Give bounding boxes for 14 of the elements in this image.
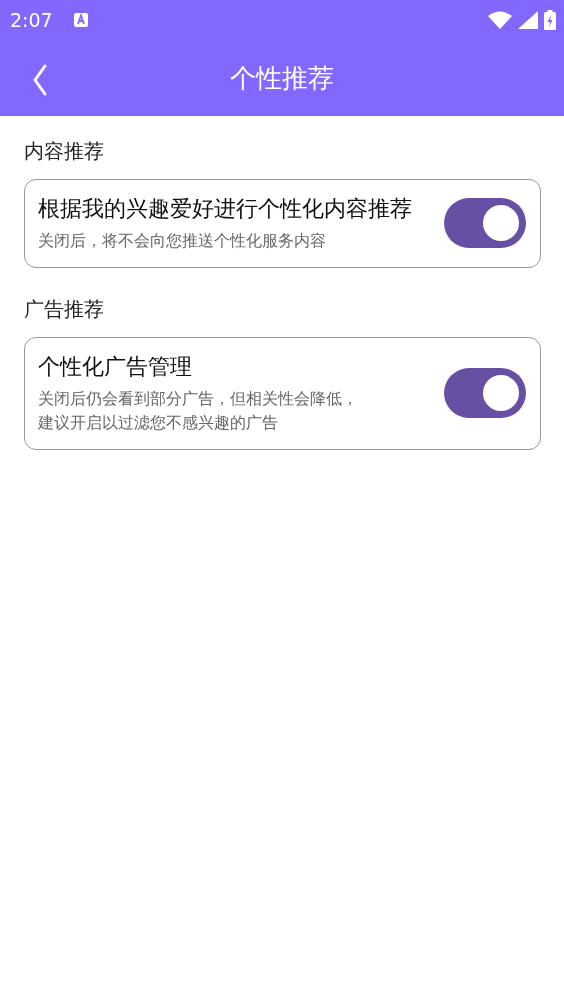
setting-description: 关闭后，将不会向您推送个性化服务内容 — [38, 229, 327, 252]
signal-icon — [518, 11, 538, 29]
page-title: 个性推荐 — [230, 61, 334, 95]
status-time: 2:07 — [10, 9, 53, 31]
section-header: 内容推荐 — [24, 138, 105, 165]
setting-description: 关闭后仍会看到部分广告，但相关性会降低， 建议开启以过滤您不感兴趣的广告 — [38, 387, 359, 434]
setting-title: 根据我的兴趣爱好进行个性化内容推荐 — [38, 195, 413, 223]
setting-title: 个性化广告管理 — [38, 352, 193, 381]
text-notification-icon — [72, 12, 89, 28]
wifi-icon — [488, 11, 512, 29]
battery-icon — [544, 10, 556, 30]
toggle-switch[interactable] — [444, 368, 526, 419]
section-header: 广告推荐 — [24, 295, 105, 323]
toggle-switch[interactable] — [444, 198, 526, 249]
